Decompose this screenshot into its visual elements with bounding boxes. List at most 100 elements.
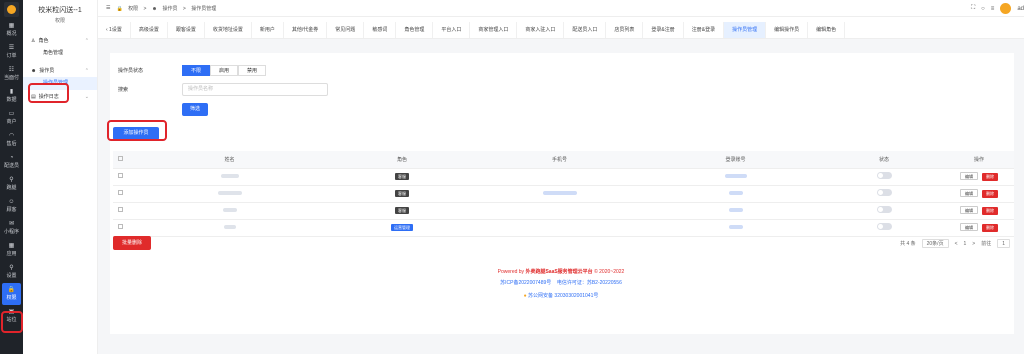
sidebar-group-operator[interactable]: ☻ 操作员 ⌃ — [23, 64, 97, 77]
rail-item-aftersale[interactable]: ◠ 售后 — [0, 129, 23, 151]
rail-item-delivery[interactable]: ◔ 配送员 — [0, 151, 23, 173]
status-toggle[interactable] — [876, 172, 892, 179]
tab-item[interactable]: 商家管理入口 — [470, 22, 518, 38]
customer-icon: ☺ — [8, 199, 15, 205]
rail-item-settings[interactable]: ⚲ 设置 — [0, 261, 23, 283]
user-icon: ☻ — [151, 5, 158, 12]
edit-button[interactable]: 编辑 — [960, 223, 978, 231]
select-all-checkbox[interactable] — [117, 155, 123, 161]
row-checkbox[interactable] — [117, 173, 123, 178]
row-checkbox[interactable] — [117, 207, 123, 212]
delete-button[interactable]: 删除 — [982, 173, 998, 181]
powered-brand[interactable]: 外卖跑腿SaaS服务管理云平台 — [525, 269, 592, 275]
app-logo — [4, 2, 19, 17]
rail-item-app[interactable]: ▦ 应用 — [0, 239, 23, 261]
search-input[interactable]: 操作员名称 — [182, 83, 328, 96]
edit-button[interactable]: 编辑 — [960, 206, 978, 214]
select-all-cell — [113, 151, 127, 169]
fullscreen-icon[interactable]: ⛶ — [971, 5, 975, 12]
rail-item-data[interactable]: ▮ 数据 — [0, 85, 23, 107]
sidebar-item-role-manage[interactable]: 角色管理 — [23, 47, 97, 60]
tab-item[interactable]: 其他/代金券 — [284, 22, 328, 38]
username[interactable]: ad — [1017, 6, 1024, 12]
tab-item[interactable]: 操作员管理 — [724, 22, 767, 38]
filter-button[interactable]: 筛选 — [182, 103, 208, 116]
pay-icon: ☷ — [8, 67, 15, 73]
menu-icon[interactable]: ≡ — [991, 6, 995, 12]
status-option-disabled[interactable]: 禁用 — [238, 65, 267, 76]
tab-item[interactable]: 编辑操作员 — [766, 22, 809, 38]
shop-section: 权限 — [54, 18, 65, 24]
sidebar-group-label: 角色 — [38, 38, 49, 44]
tab-item[interactable]: 编辑角色 — [808, 22, 846, 38]
status-toggle[interactable] — [876, 206, 892, 213]
tab-item[interactable]: 配送员入口 — [564, 22, 607, 38]
phone-cell — [472, 185, 647, 203]
tab-item[interactable]: 高级设置 — [131, 22, 168, 38]
redacted-account — [728, 207, 743, 212]
tab-item[interactable]: 敏感词 — [364, 22, 397, 38]
footer-license: 苏ICP备2022007489号 电信许可证：苏B2-20220556 — [98, 279, 1024, 286]
tab-item[interactable]: 新用户 — [252, 22, 284, 38]
highlight-permission-rail — [1, 311, 23, 333]
delete-button[interactable]: 删除 — [982, 207, 998, 215]
rail-item-merchant[interactable]: ▭ 商户 — [0, 107, 23, 129]
aftersale-icon: ◠ — [8, 133, 15, 139]
rail-item-customer[interactable]: ☺ 顾客 — [0, 195, 23, 217]
edit-button[interactable]: 编辑 — [960, 172, 978, 180]
search-label: 搜索 — [118, 87, 129, 93]
batch-delete-button[interactable]: 批量删除 — [113, 236, 151, 250]
avatar[interactable] — [1000, 3, 1012, 14]
tab-item[interactable]: 注册&登录 — [684, 22, 725, 38]
main-nav-rail: ▦ 概况 ☰ 订单 ☷ 当面付 ▮ 数据 ▭ 商户 ◠ 售后 ◔ 配送员 ⚲ 跑腿 ☺ 顾客 ✉ 小程序 ▦ 应用 ⚲ 设置 🔒… — [0, 0, 23, 354]
refresh-icon[interactable]: ○ — [981, 6, 985, 12]
edit-button[interactable]: 编辑 — [960, 189, 978, 197]
rail-item-lock[interactable]: 🔒 权限 — [2, 283, 21, 305]
tab-item[interactable]: ‹ 1设置 — [98, 22, 131, 38]
copyright: © 2020~2022 — [594, 269, 625, 275]
icp-link[interactable]: 苏ICP备2022007489号 — [500, 280, 551, 286]
rail-item-rider[interactable]: ⚲ 跑腿 — [0, 173, 23, 195]
menu-collapse-icon[interactable]: ☰ — [106, 5, 110, 11]
tab-item[interactable]: 商家入驻入口 — [517, 22, 565, 38]
table-area: 姓名 角色 手机号 登录账号 状态 操作 客服 编辑 删除 客服 编辑 删除 客服 编辑 删除运… — [113, 151, 1014, 326]
total-count: 共 4 条 — [900, 241, 916, 247]
status-toggle[interactable] — [876, 223, 892, 230]
delete-button[interactable]: 删除 — [982, 224, 998, 232]
tab-item[interactable]: 登录&注册 — [643, 22, 684, 38]
role-cell: 客服 — [332, 168, 472, 186]
tab-item[interactable]: 常见问题 — [327, 22, 365, 38]
page-size-select[interactable]: 20条/页 — [921, 239, 949, 248]
goto-input[interactable]: 1 — [997, 239, 1010, 248]
tab-item[interactable]: 角色管理 — [396, 22, 434, 38]
status-option-enabled[interactable]: 启用 — [210, 65, 239, 76]
status-cell — [824, 202, 944, 220]
tab-item[interactable]: 跟客设置 — [168, 22, 205, 38]
tab-item[interactable]: 平台入口 — [433, 22, 471, 38]
status-cell — [824, 168, 944, 186]
delete-button[interactable]: 删除 — [982, 190, 998, 198]
row-checkbox[interactable] — [117, 190, 123, 195]
row-checkbox[interactable] — [117, 224, 123, 229]
breadcrumb-item[interactable]: 权限 — [128, 6, 138, 12]
status-option-all[interactable]: 不限 — [182, 65, 211, 76]
next-page-button[interactable]: > — [972, 241, 975, 247]
breadcrumb-item[interactable]: 操作员 — [162, 6, 177, 12]
redacted-account — [724, 173, 747, 178]
rail-item-order[interactable]: ☰ 订单 — [0, 41, 23, 63]
police-link[interactable]: 苏公网安备 32030302001041号 — [528, 293, 598, 299]
current-page[interactable]: 1 — [964, 241, 967, 247]
tab-item[interactable]: 店员列表 — [606, 22, 644, 38]
status-toggle[interactable] — [876, 189, 892, 196]
rail-item-label: 配送员 — [3, 163, 19, 169]
sidebar-group-role[interactable]: ♙ 角色 ⌃ — [23, 34, 97, 47]
rail-item-pay[interactable]: ☷ 当面付 — [0, 63, 23, 85]
lock-icon: 🔒 — [116, 5, 123, 12]
rail-item-overview[interactable]: ▦ 概况 — [0, 19, 23, 41]
tab-item[interactable]: 收货地址设置 — [205, 22, 252, 38]
license-link[interactable]: 电信许可证：苏B2-20220556 — [557, 280, 622, 286]
role-cell: 客服 — [332, 202, 472, 220]
prev-page-button[interactable]: < — [955, 241, 958, 247]
redacted-name — [222, 207, 237, 212]
rail-item-miniprogram[interactable]: ✉ 小程序 — [0, 217, 23, 239]
